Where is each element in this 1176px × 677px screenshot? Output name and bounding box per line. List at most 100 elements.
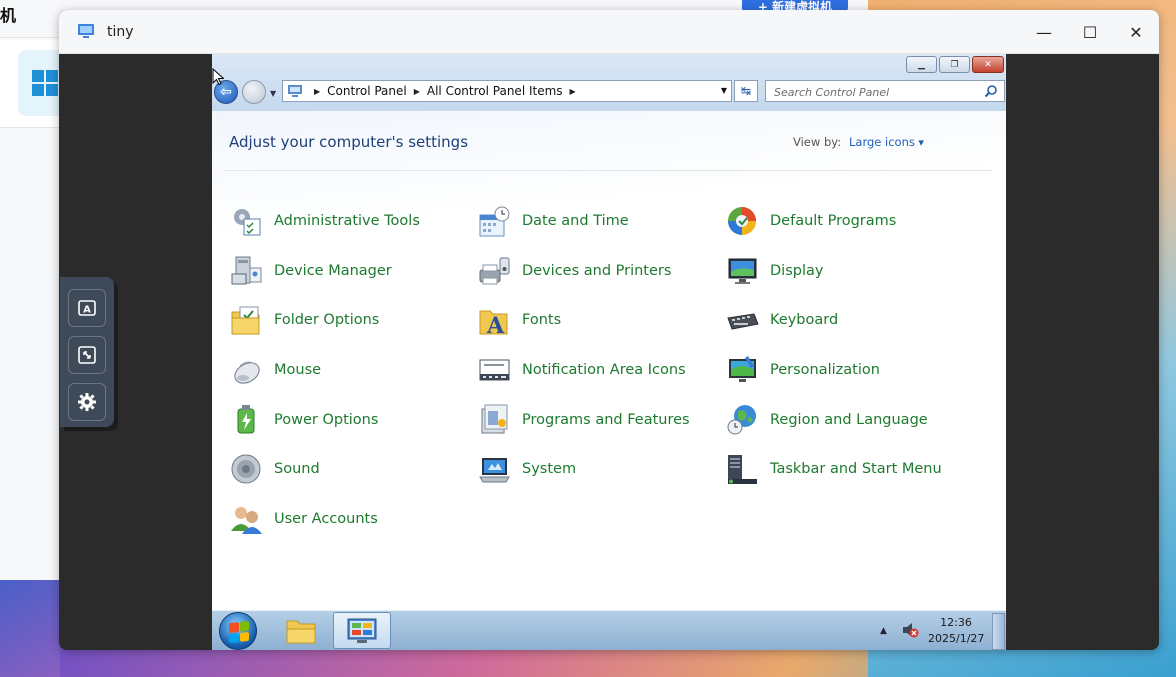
cp-item-label: Personalization [770,362,880,379]
cp-item-devices-and-printers[interactable]: Devices and Printers [478,251,726,291]
forward-button[interactable] [242,80,266,104]
floating-toolbar: A [60,277,114,427]
cp-item-label: Device Manager [274,262,392,279]
date-time-icon [479,206,510,236]
clock-time: 12:36 [940,616,972,629]
cp-item-label: Devices and Printers [522,262,672,279]
recent-pages-dropdown[interactable]: ▼ [270,89,276,98]
vm-title: tiny [107,24,134,40]
address-bar[interactable]: ▶ Control Panel ▶ All Control Panel Item… [282,80,732,102]
show-desktop-button[interactable] [992,613,1005,650]
control-panel-items: Administrative Tools Date and Time Defau… [230,201,990,549]
cp-item-keyboard[interactable]: Keyboard [726,300,986,340]
cp-item-user-accounts[interactable]: User Accounts [230,499,478,539]
cp-item-mouse[interactable]: Mouse [230,350,478,390]
explorer-caption-buttons: ▁ ❐ ✕ [904,56,1004,73]
cp-item-power-options[interactable]: Power Options [230,400,478,440]
breadcrumb-arrow-icon[interactable]: ▶ [414,87,420,96]
cp-item-taskbar-and-start-menu[interactable]: Taskbar and Start Menu [726,449,986,489]
host-page-title: 机 [0,6,17,25]
volume-muted-icon[interactable] [901,621,919,639]
system-clock[interactable]: 12:36 2025/1/27 [928,615,984,647]
refresh-button[interactable]: ↹ [734,80,758,102]
cp-item-label: Power Options [274,411,379,428]
cp-item-label: Region and Language [770,411,928,428]
cp-item-label: Administrative Tools [274,213,420,229]
clock-date: 2025/1/27 [928,632,985,645]
cp-item-system[interactable]: System [478,449,726,489]
cp-item-region-and-language[interactable]: Region and Language [726,400,986,440]
monitor-icon [78,24,94,38]
cp-item-device-manager[interactable]: Device Manager [230,251,478,291]
guest-desktop[interactable]: ▁ ❐ ✕ ⇦ ▼ ▶ Control Panel ▶ All Control … [212,54,1006,650]
system-icon [479,457,510,483]
fullscreen-toggle-button[interactable] [68,336,106,374]
cp-item-programs-and-features[interactable]: Programs and Features [478,400,726,440]
cp-item-personalization[interactable]: Personalization [726,350,986,390]
programs-features-icon [481,404,508,434]
explorer-minimize-button[interactable]: ▁ [906,56,937,73]
cp-item-fonts[interactable]: A Fonts [478,300,726,340]
cp-item-folder-options[interactable]: Folder Options [230,300,478,340]
cp-item-label: Keyboard [770,312,839,329]
taskbar-start-icon [728,454,757,484]
vm-screen[interactable]: ▁ ❐ ✕ ⇦ ▼ ▶ Control Panel ▶ All Control … [59,54,1159,650]
explorer-close-button[interactable]: ✕ [972,56,1004,73]
cp-item-label: Taskbar and Start Menu [770,461,942,478]
close-button[interactable]: ✕ [1122,20,1150,44]
cp-item-label: Sound [274,461,320,478]
cp-item-label: Default Programs [770,213,897,229]
display-icon [728,258,757,285]
settings-button[interactable] [68,383,106,421]
fonts-icon: A [479,310,508,337]
vm-titlebar[interactable]: tiny — ☐ ✕ [59,10,1159,54]
cp-item-administrative-tools[interactable]: Administrative Tools [230,201,478,241]
taskbar-control-panel-button[interactable] [333,612,391,649]
show-hidden-icons-button[interactable]: ▲ [880,626,887,636]
admin-tools-icon [234,208,261,235]
cp-item-label: Programs and Features [522,411,690,428]
breadcrumb-all-items[interactable]: All Control Panel Items [427,84,563,98]
breadcrumb-control-panel[interactable]: Control Panel [327,84,407,98]
cp-item-label: Notification Area Icons [522,362,686,379]
keyboard-icon: A [78,300,96,316]
device-manager-icon [231,256,262,285]
windows-logo-icon [32,70,58,96]
cp-item-label: Mouse [274,362,322,379]
address-dropdown-icon[interactable]: ▼ [721,86,727,95]
cp-item-default-programs[interactable]: Default Programs [726,201,986,241]
explorer-restore-button[interactable]: ❐ [939,56,970,73]
mouse-cursor-icon [212,68,224,86]
minimize-button[interactable]: — [1030,20,1058,44]
cp-item-sound[interactable]: Sound [230,449,478,489]
cp-item-display[interactable]: Display [726,251,986,291]
gear-icon [78,393,96,411]
cp-item-label: Date and Time [522,213,629,229]
start-button[interactable] [219,612,257,650]
maximize-button[interactable]: ☐ [1076,20,1104,44]
view-by-label: View by: [793,135,842,149]
host-divider [0,37,60,38]
mouse-icon [234,361,260,384]
keyboard-toggle-button[interactable]: A [68,289,106,327]
default-programs-icon [728,206,756,235]
folder-icon [286,620,316,643]
cp-item-label: System [522,461,577,478]
windows-flag-icon [229,620,249,644]
guest-taskbar: ▲ 12:36 2025/1/27 [212,610,1006,650]
search-icon[interactable] [984,84,998,98]
cp-item-label: Fonts [522,312,562,329]
control-panel-icon [288,85,302,97]
breadcrumb-arrow-icon[interactable]: ▶ [570,87,576,96]
notification-area-icon [479,359,510,381]
cp-item-date-and-time[interactable]: Date and Time [478,201,726,241]
control-panel-icon [347,618,377,643]
personalization-icon [729,355,756,382]
sound-icon [231,454,261,484]
cp-item-notification-area-icons[interactable]: Notification Area Icons [478,350,726,390]
cp-item-label: Folder Options [274,312,380,329]
breadcrumb-arrow-icon[interactable]: ▶ [314,87,320,96]
search-input[interactable] [765,80,1005,102]
view-by-dropdown[interactable]: Large icons [849,135,924,149]
taskbar-explorer-button[interactable] [272,612,330,649]
